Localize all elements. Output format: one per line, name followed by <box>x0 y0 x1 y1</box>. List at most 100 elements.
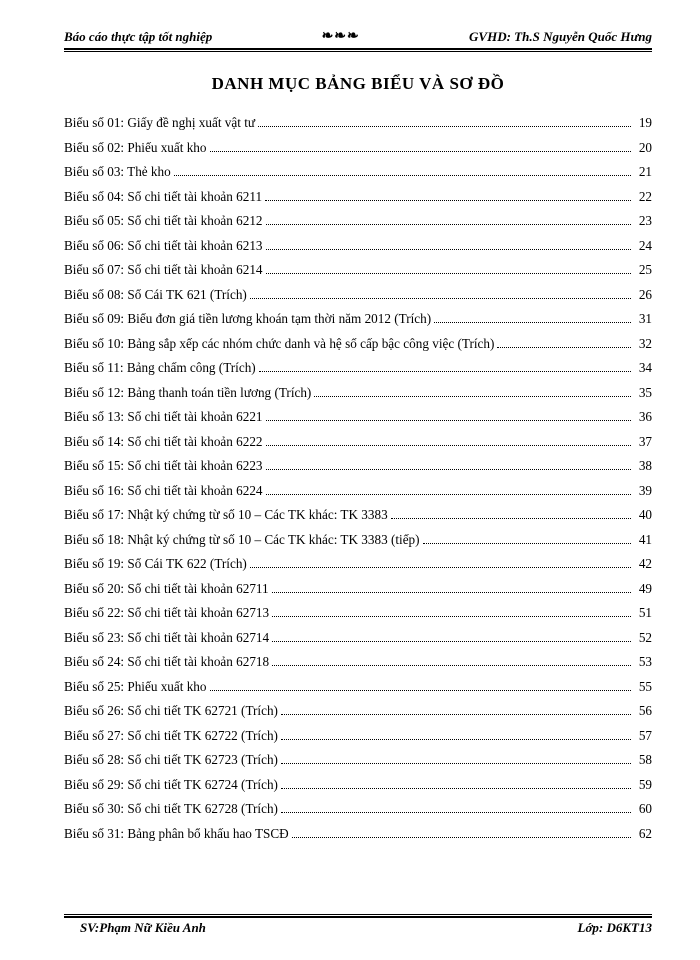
toc-row: Biểu số 06: Sổ chi tiết tài khoản 6213 24 <box>64 239 652 252</box>
toc-leader-dots <box>423 543 631 544</box>
toc-row: Biểu số 19: Sổ Cái TK 622 (Trích)42 <box>64 557 652 570</box>
toc-leader-dots <box>210 690 632 691</box>
toc-entry-label: Biểu số 08: Sổ Cái TK 621 (Trích) <box>64 288 247 301</box>
toc-leader-dots <box>272 665 631 666</box>
toc-row: Biểu số 25: Phiếu xuất kho55 <box>64 680 652 693</box>
toc-leader-dots <box>210 151 632 152</box>
toc-entry-label: Biểu số 31: Bảng phân bổ khấu hao TSCĐ <box>64 827 289 840</box>
toc-leader-dots <box>281 739 631 740</box>
toc-row: Biểu số 10: Bảng sắp xếp các nhóm chức d… <box>64 337 652 350</box>
toc-leader-dots <box>292 837 631 838</box>
toc-entry-label: Biểu số 12: Bảng thanh toán tiền lương (… <box>64 386 311 399</box>
toc-entry-label: Biểu số 14: Sổ chi tiết tài khoản 6222 <box>64 435 263 448</box>
toc-leader-dots <box>391 518 631 519</box>
toc-row: Biểu số 04: Sổ chi tiết tài khoản 6211 22 <box>64 190 652 203</box>
toc-row: Biểu số 17: Nhật ký chứng từ số 10 – Các… <box>64 508 652 521</box>
toc-leader-dots <box>259 371 631 372</box>
toc-entry-page: 57 <box>634 729 652 742</box>
toc-row: Biểu số 05: Sổ chi tiết tài khoản 6212 23 <box>64 214 652 227</box>
toc-entry-label: Biểu số 15: Sổ chi tiết tài khoản 6223 <box>64 459 263 472</box>
table-of-contents: Biểu số 01: Giấy đề nghị xuất vật tư19 Bi… <box>64 116 652 840</box>
toc-entry-page: 58 <box>634 753 652 766</box>
toc-entry-page: 26 <box>634 288 652 301</box>
toc-leader-dots <box>174 175 631 176</box>
toc-row: Biểu số 31: Bảng phân bổ khấu hao TSCĐ 62 <box>64 827 652 840</box>
toc-entry-label: Biểu số 17: Nhật ký chứng từ số 10 – Các… <box>64 508 388 521</box>
toc-entry-page: 51 <box>634 606 652 619</box>
toc-leader-dots <box>434 322 631 323</box>
toc-entry-page: 39 <box>634 484 652 497</box>
toc-entry-page: 36 <box>634 410 652 423</box>
toc-entry-label: Biểu số 27: Sổ chi tiết TK 62722 (Trích) <box>64 729 278 742</box>
toc-row: Biểu số 08: Sổ Cái TK 621 (Trích) 26 <box>64 288 652 301</box>
toc-entry-page: 24 <box>634 239 652 252</box>
toc-leader-dots <box>266 494 631 495</box>
toc-entry-label: Biểu số 06: Sổ chi tiết tài khoản 6213 <box>64 239 263 252</box>
toc-entry-page: 40 <box>634 508 652 521</box>
toc-row: Biểu số 14: Sổ chi tiết tài khoản 622237 <box>64 435 652 448</box>
toc-entry-page: 35 <box>634 386 652 399</box>
toc-entry-label: Biểu số 23: Sổ chi tiết tài khoản 62714 <box>64 631 269 644</box>
toc-leader-dots <box>265 200 631 201</box>
toc-row: Biểu số 02: Phiếu xuất kho20 <box>64 141 652 154</box>
toc-entry-label: Biểu số 28: Sổ chi tiết TK 62723 (Trích) <box>64 753 278 766</box>
toc-row: Biểu số 07: Sổ chi tiết tài khoản 6214 25 <box>64 263 652 276</box>
toc-row: Biểu số 20: Sổ chi tiết tài khoản 62711 4… <box>64 582 652 595</box>
toc-entry-label: Biểu số 30: Sổ chi tiết TK 62728 (Trích) <box>64 802 278 815</box>
toc-entry-page: 41 <box>634 533 652 546</box>
toc-entry-label: Biểu số 02: Phiếu xuất kho <box>64 141 207 154</box>
toc-leader-dots <box>250 298 631 299</box>
toc-entry-page: 22 <box>634 190 652 203</box>
toc-entry-label: Biểu số 25: Phiếu xuất kho <box>64 680 207 693</box>
toc-entry-page: 34 <box>634 361 652 374</box>
toc-row: Biểu số 11: Bảng chấm công (Trích)34 <box>64 361 652 374</box>
toc-entry-label: Biểu số 13: Sổ chi tiết tài khoản 6221 <box>64 410 263 423</box>
toc-row: Biểu số 24: Sổ chi tiết tài khoản 62718 5… <box>64 655 652 668</box>
toc-row: Biểu số 29: Sổ chi tiết TK 62724 (Trích)… <box>64 778 652 791</box>
footer-rule-thick <box>64 916 652 918</box>
toc-leader-dots <box>314 396 631 397</box>
toc-row: Biểu số 26: Sổ chi tiết TK 62721 (Trích)… <box>64 704 652 717</box>
toc-leader-dots <box>258 126 631 127</box>
toc-row: Biểu số 22: Sổ chi tiết tài khoản 62713 5… <box>64 606 652 619</box>
toc-entry-page: 53 <box>634 655 652 668</box>
toc-entry-page: 32 <box>634 337 652 350</box>
toc-leader-dots <box>266 445 631 446</box>
toc-leader-dots <box>266 224 631 225</box>
toc-entry-page: 49 <box>634 582 652 595</box>
footer-left: SV:Phạm Nữ Kiều Anh <box>80 920 206 936</box>
toc-entry-page: 62 <box>634 827 652 840</box>
toc-entry-page: 31 <box>634 312 652 325</box>
toc-entry-label: Biểu số 04: Sổ chi tiết tài khoản 6211 <box>64 190 262 203</box>
footer-rule-thin <box>64 914 652 915</box>
toc-leader-dots <box>266 249 631 250</box>
toc-entry-label: Biểu số 19: Sổ Cái TK 622 (Trích) <box>64 557 247 570</box>
toc-row: Biểu số 09: Biểu đơn giá tiền lương khoá… <box>64 312 652 325</box>
toc-row: Biểu số 18: Nhật ký chứng từ số 10 – Các… <box>64 533 652 546</box>
toc-leader-dots <box>497 347 631 348</box>
toc-entry-label: Biểu số 05: Sổ chi tiết tài khoản 6212 <box>64 214 263 227</box>
toc-entry-page: 23 <box>634 214 652 227</box>
toc-entry-label: Biểu số 22: Sổ chi tiết tài khoản 62713 <box>64 606 269 619</box>
footer-right: Lớp: D6KT13 <box>578 920 653 936</box>
toc-row: Biểu số 30: Sổ chi tiết TK 62728 (Trích)… <box>64 802 652 815</box>
toc-leader-dots <box>272 592 631 593</box>
toc-row: Biểu số 23: Sổ chi tiết tài khoản 62714 5… <box>64 631 652 644</box>
header-ornament-icon: ❧❧❧ <box>322 28 360 45</box>
toc-leader-dots <box>272 616 631 617</box>
toc-entry-label: Biểu số 07: Sổ chi tiết tài khoản 6214 <box>64 263 263 276</box>
page-header: Báo cáo thực tập tốt nghiệp ❧❧❧ GVHD: Th… <box>64 28 652 47</box>
toc-entry-page: 19 <box>634 116 652 129</box>
toc-row: Biểu số 01: Giấy đề nghị xuất vật tư19 <box>64 116 652 129</box>
toc-row: Biểu số 28: Sổ chi tiết TK 62723 (Trích)… <box>64 753 652 766</box>
toc-entry-label: Biểu số 16: Sổ chi tiết tài khoản 6224 <box>64 484 263 497</box>
toc-leader-dots <box>266 273 631 274</box>
toc-entry-label: Biểu số 24: Sổ chi tiết tài khoản 62718 <box>64 655 269 668</box>
toc-entry-label: Biểu số 20: Sổ chi tiết tài khoản 62711 <box>64 582 269 595</box>
toc-entry-page: 52 <box>634 631 652 644</box>
toc-entry-page: 25 <box>634 263 652 276</box>
toc-entry-label: Biểu số 10: Bảng sắp xếp các nhóm chức d… <box>64 337 494 350</box>
toc-row: Biểu số 15: Sổ chi tiết tài khoản 622338 <box>64 459 652 472</box>
toc-entry-page: 59 <box>634 778 652 791</box>
header-rule-thick <box>64 48 652 50</box>
